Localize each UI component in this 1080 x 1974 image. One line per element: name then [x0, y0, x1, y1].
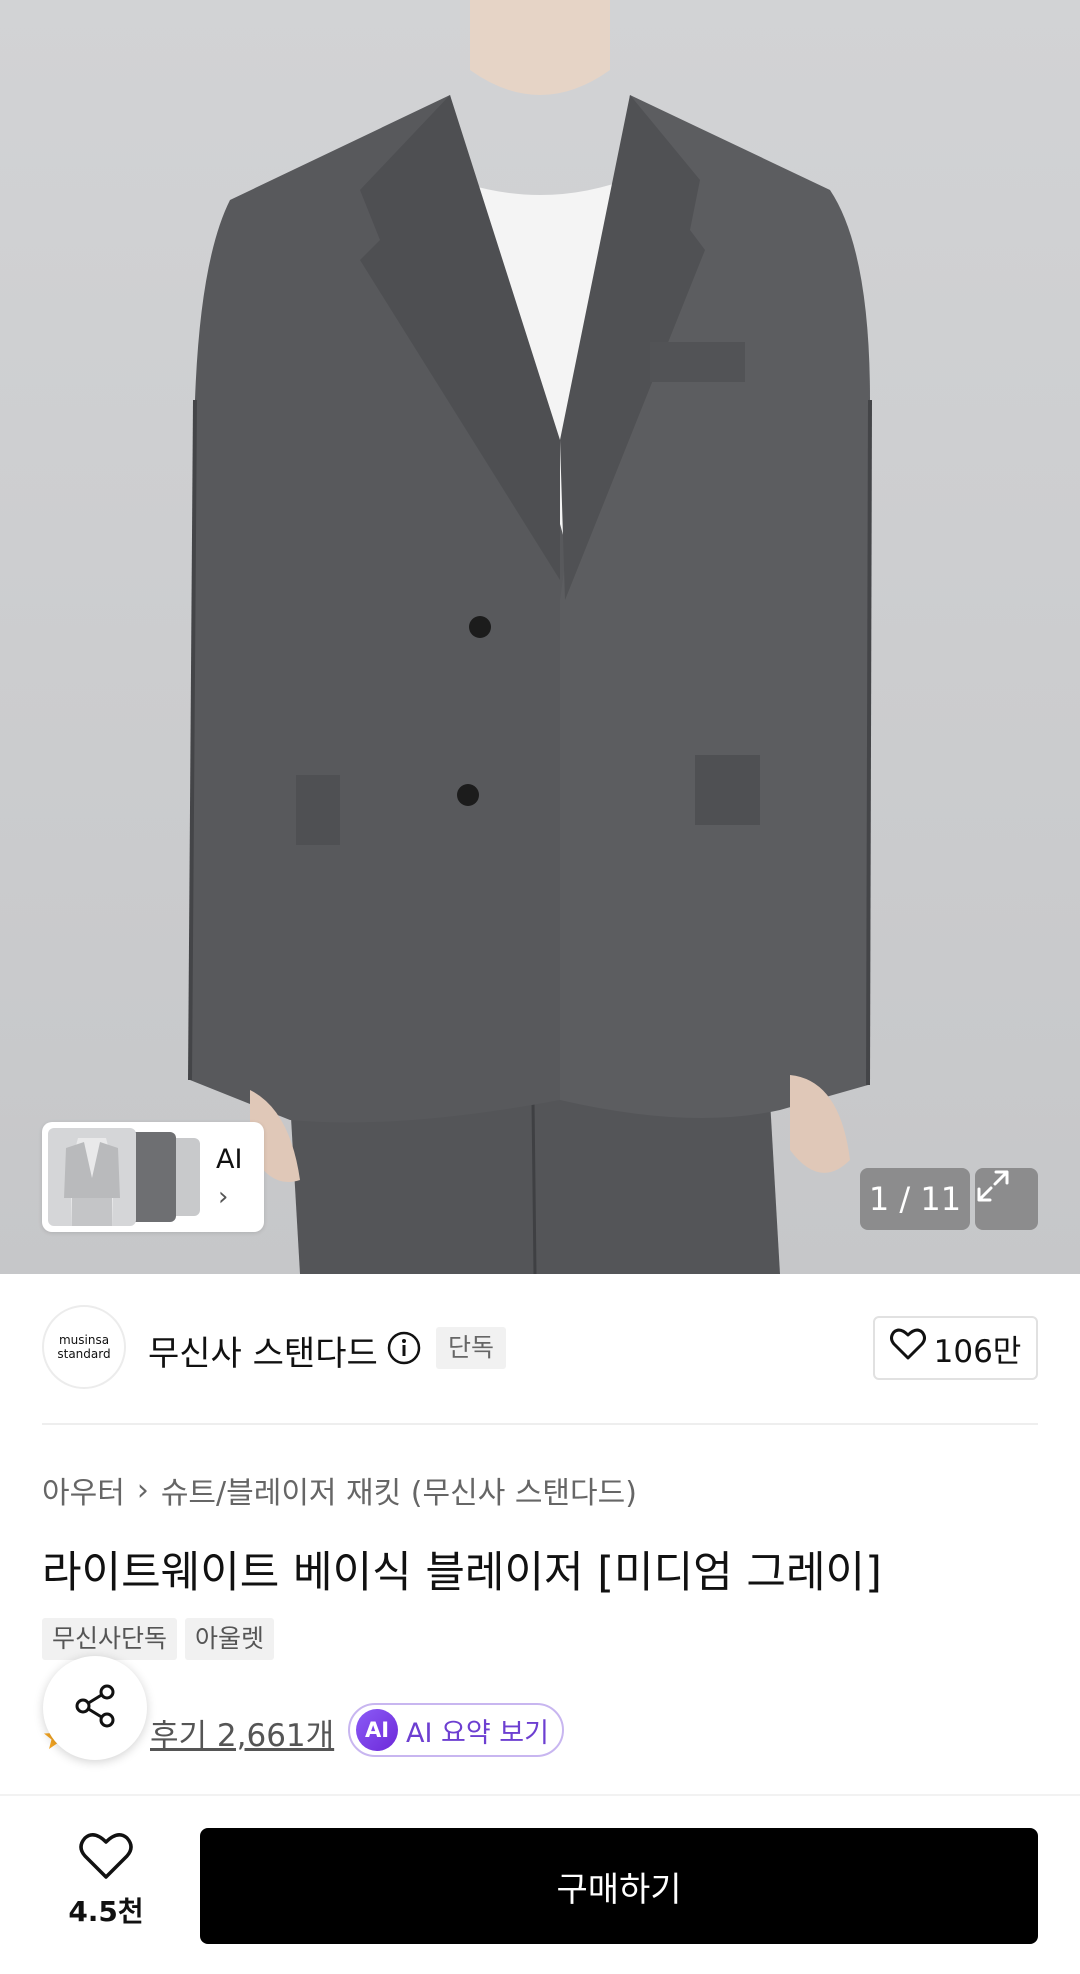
- tag: 무신사단독: [42, 1618, 178, 1660]
- ai-similar-items-thumbnail[interactable]: AI ›: [42, 1122, 264, 1232]
- wishlist-count: 4.5천: [68, 1895, 144, 1928]
- thumbnail-stack: [48, 1128, 200, 1226]
- buy-button[interactable]: 구매하기: [200, 1828, 1038, 1944]
- image-counter: 1 / 11: [860, 1168, 970, 1230]
- breadcrumb-item-category[interactable]: 아우터: [42, 1468, 125, 1512]
- ai-summary-label: AI 요약 보기: [406, 1717, 549, 1749]
- brand-logo[interactable]: musinsa standard: [42, 1305, 126, 1389]
- ai-thumb-label: AI: [216, 1144, 243, 1175]
- product-image[interactable]: AI › 1 / 11: [0, 0, 1080, 1274]
- product-title: 라이트웨이트 베이식 블레이저 [미디엄 그레이]: [42, 1548, 882, 1598]
- tag: 아울렛: [185, 1618, 275, 1660]
- brand-logo-line1: musinsa: [58, 1333, 110, 1347]
- brand-logo-line2: standard: [57, 1347, 111, 1361]
- brand-like-button[interactable]: 106만: [873, 1316, 1038, 1380]
- heart-icon: [889, 1328, 926, 1368]
- brand-like-count: 106만: [933, 1333, 1022, 1370]
- share-button[interactable]: [43, 1656, 147, 1760]
- ai-badge-icon: AI: [356, 1709, 398, 1751]
- model-in-blazer-photo: [188, 0, 872, 1274]
- ai-summary-button[interactable]: AI AI 요약 보기: [348, 1703, 564, 1757]
- chevron-right-icon: ›: [218, 1182, 229, 1212]
- expand-icon[interactable]: [975, 1168, 1038, 1230]
- breadcrumb: 아우터 › 슈트/블레이저 재킷 (무신사 스탠다드): [42, 1468, 637, 1512]
- divider: [42, 1423, 1038, 1425]
- divider: [0, 1794, 1080, 1796]
- breadcrumb-item-subcategory[interactable]: 슈트/블레이저 재킷 (무신사 스탠다드): [161, 1468, 637, 1512]
- review-count-link[interactable]: 후기 2,661개: [150, 1710, 334, 1755]
- product-tags: 무신사단독 아울렛: [42, 1618, 275, 1660]
- heart-icon: [79, 1832, 133, 1884]
- wishlist-button[interactable]: 4.5천: [52, 1832, 160, 1942]
- share-icon: [71, 1682, 119, 1734]
- chevron-right-icon: ›: [136, 1472, 149, 1508]
- info-icon[interactable]: [386, 1330, 422, 1370]
- exclusive-badge: 단독: [436, 1327, 507, 1369]
- brand-name[interactable]: 무신사 스탠다드: [148, 1326, 378, 1375]
